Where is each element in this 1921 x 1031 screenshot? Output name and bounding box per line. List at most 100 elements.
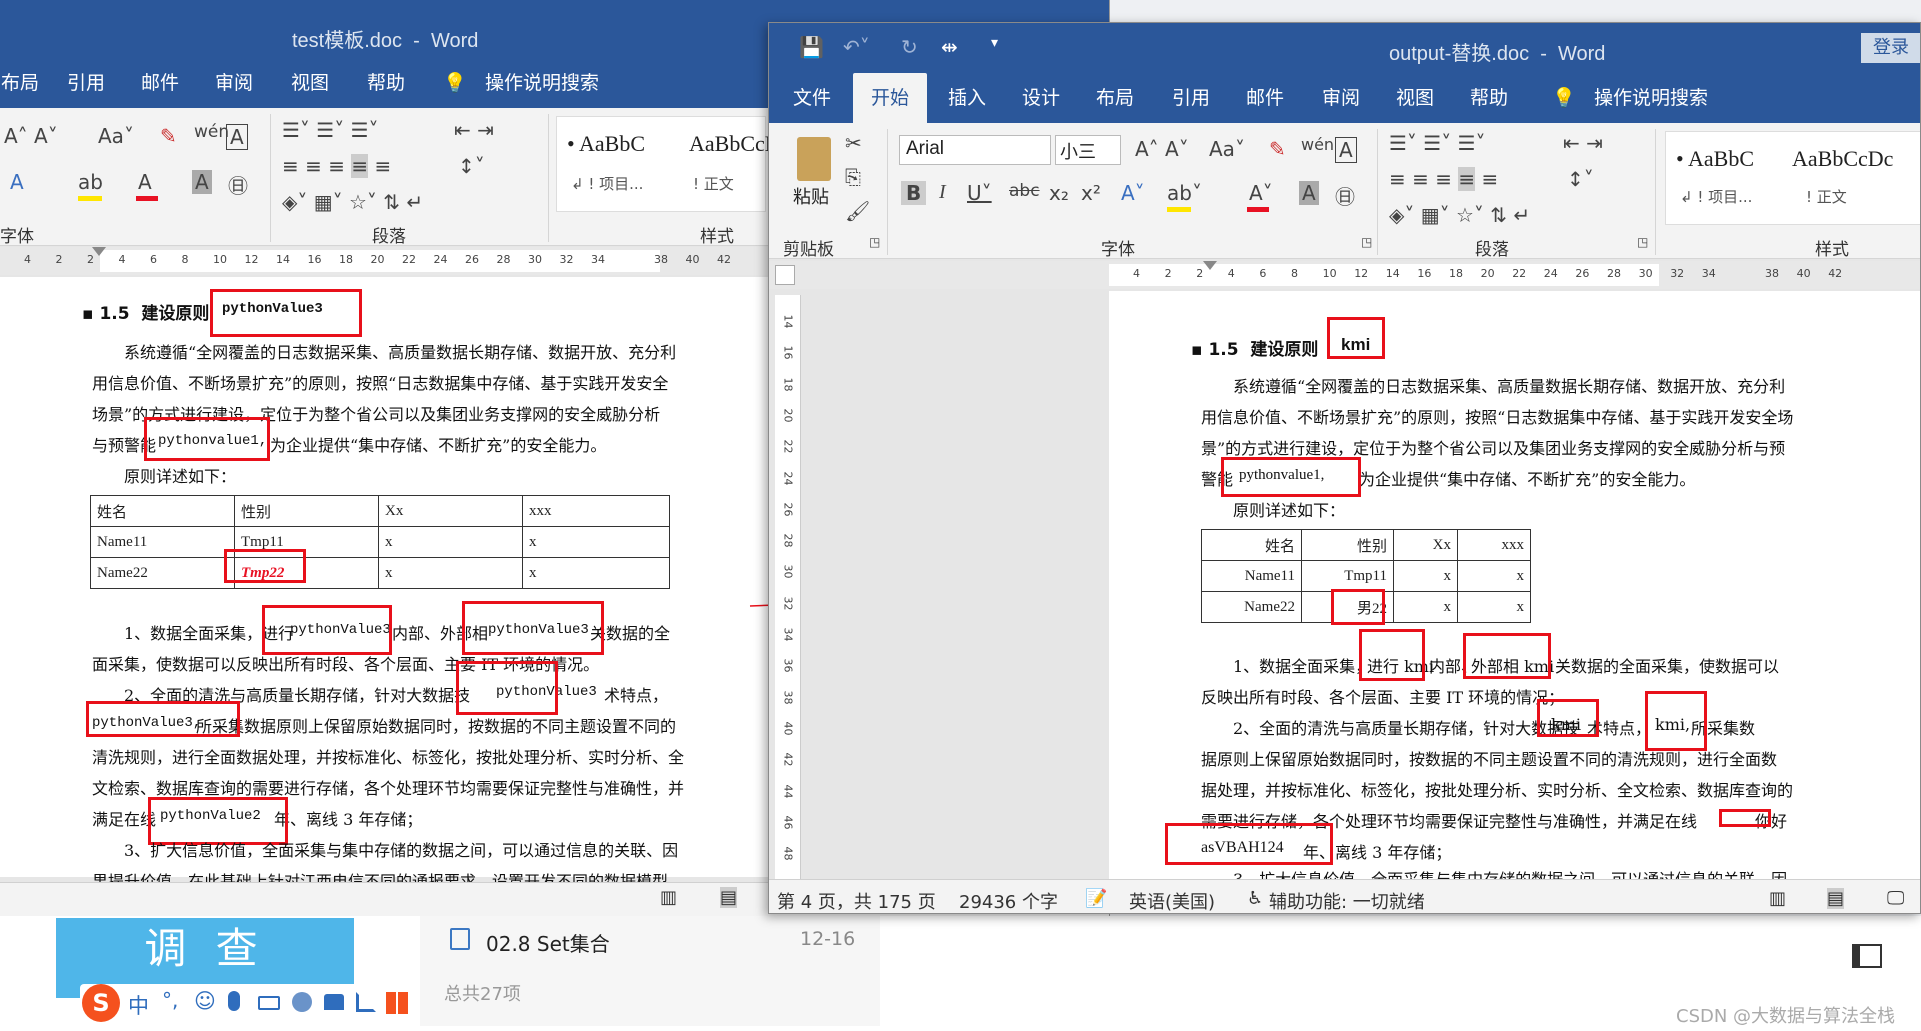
align-icons[interactable]: ≡ ≡ ≡ ≡ ≡	[282, 154, 391, 178]
tab-mailings[interactable]: 邮件	[136, 58, 184, 108]
tab-selector[interactable]	[775, 265, 795, 285]
bold-button[interactable]: B	[901, 181, 927, 205]
superscript-button[interactable]: x²	[1081, 181, 1101, 205]
vertical-ruler[interactable]: 14 16 18 20 22 24 26 28 30 32 34 36 38 40 42 44 46 48	[775, 295, 801, 885]
print-layout-icon[interactable]: ▤	[1827, 888, 1845, 909]
char-border-icon[interactable]: A	[1335, 137, 1357, 163]
enclose-char-icon[interactable]: ㊐	[1335, 181, 1355, 210]
accessibility-icon[interactable]: ♿	[1247, 888, 1263, 909]
char-shading-icon[interactable]: A	[1299, 181, 1319, 205]
shading-icon[interactable]: ◈˅ ▦˅ ☆˅ ⇅ ↵	[1389, 203, 1530, 227]
right-style-gallery[interactable]: • AaBbC ↲ ! 项目... AaBbCcDc ! 正文	[1665, 131, 1920, 225]
lightbulb-icon[interactable]: 💡	[1549, 73, 1579, 123]
ime-toolbar[interactable]: S 中 °, ☺	[80, 984, 420, 1024]
ime-keyboard-icon[interactable]	[258, 996, 280, 1010]
paste-label[interactable]: 粘贴	[793, 183, 829, 209]
tell-me-search[interactable]: 操作说明搜索	[1591, 73, 1711, 123]
format-painter-icon[interactable]: 🖌	[845, 199, 870, 223]
accessibility-status[interactable]: 辅助功能: 一切就绪	[1269, 888, 1425, 913]
tab-references[interactable]: 引用	[62, 58, 110, 108]
ime-user-icon[interactable]	[292, 992, 312, 1012]
first-indent-marker[interactable]	[1203, 261, 1217, 270]
align-icons[interactable]: ≡ ≡ ≡ ≡ ≡	[1389, 167, 1498, 191]
sogou-icon[interactable]: S	[82, 984, 120, 1022]
left-style-gallery[interactable]: • AaBbC ↲ ! 项目... AaBbCcDc ! 正文	[556, 116, 790, 212]
undo-icon[interactable]: ↶˅	[843, 35, 870, 59]
char-shading-icon[interactable]: A	[192, 170, 212, 194]
language-status[interactable]: 英语(美国)	[1129, 888, 1215, 913]
highlight-icon[interactable]: ab˅	[1167, 181, 1202, 205]
text-effect-icon[interactable]: A˅	[1121, 181, 1145, 205]
right-ruler[interactable]: 4 2 2 4 6 8 10 12 14 16 18 20 22 24 26 28 30 32 34 38 40 42	[769, 261, 1920, 289]
clear-format-icon[interactable]: ✎	[160, 124, 177, 148]
shading-icon[interactable]: ◈˅ ▦˅ ☆˅ ⇅ ↵	[282, 190, 423, 214]
tab-layout[interactable]: 布局	[0, 58, 40, 108]
tab-insert[interactable]: 插入	[941, 73, 993, 123]
style-item-2-preview[interactable]: AaBbCcDc	[1792, 146, 1893, 172]
read-mode-icon[interactable]: ▥	[660, 887, 677, 908]
style-item-1-preview[interactable]: • AaBbC	[1676, 146, 1754, 172]
tab-help[interactable]: 帮助	[1463, 73, 1515, 123]
tab-review[interactable]: 审阅	[1315, 73, 1367, 123]
save-icon[interactable]: 💾	[799, 35, 824, 59]
tab-review[interactable]: 审阅	[210, 58, 258, 108]
subscript-button[interactable]: x₂	[1049, 181, 1069, 205]
phonetic-icon[interactable]: wén	[194, 122, 229, 142]
file-item[interactable]: 02.8 Set集合 12-16	[450, 926, 860, 956]
customize-qat-icon[interactable]: ▾	[991, 35, 998, 51]
line-spacing-icon[interactable]: ↕˅	[1567, 167, 1594, 191]
web-layout-icon[interactable]: 🖵	[1887, 888, 1904, 909]
side-panel-icon[interactable]	[1852, 944, 1882, 968]
right-title-bar[interactable]: 💾 ↶˅ ↻ ⇹ ▾ output-替换.doc - Word 登录	[769, 23, 1920, 73]
style-item-1-preview[interactable]: • AaBbC	[567, 131, 645, 157]
text-effect-icon[interactable]: A	[10, 170, 24, 194]
tab-layout[interactable]: 布局	[1089, 73, 1141, 123]
ime-chinese-mode[interactable]: 中	[128, 990, 149, 1020]
tab-home[interactable]: 开始	[853, 73, 927, 123]
indent-icon[interactable]: ⇤ ⇥	[1563, 131, 1603, 155]
bullets-icon[interactable]: ☰˅ ☰˅ ☰˅	[282, 118, 379, 142]
clear-format-icon[interactable]: ✎	[1269, 137, 1286, 161]
login-button[interactable]: 登录	[1861, 33, 1920, 63]
highlight-icon[interactable]: ab	[78, 170, 103, 194]
grow-font-icon[interactable]: A˄ A˅	[4, 124, 58, 148]
italic-button[interactable]: I	[939, 181, 946, 204]
font-name-select[interactable]: Arial	[899, 135, 1051, 165]
redo-icon[interactable]: ↻	[901, 35, 918, 59]
font-color-icon[interactable]: A	[138, 170, 152, 194]
tab-view[interactable]: 视图	[286, 58, 334, 108]
tell-me-search[interactable]: 操作说明搜索	[482, 58, 602, 108]
copy-icon[interactable]: ⎘	[845, 165, 861, 189]
tab-help[interactable]: 帮助	[362, 58, 410, 108]
font-launcher-icon[interactable]: ◳	[1361, 235, 1372, 249]
font-color-icon[interactable]: A˅	[1249, 181, 1273, 205]
strikethrough-button[interactable]: abc	[1009, 181, 1040, 201]
quick-access-icon[interactable]: ⇹	[941, 35, 958, 59]
ime-emoji-icon[interactable]: ☺	[194, 989, 216, 1013]
ime-menu-icon[interactable]	[386, 992, 408, 1014]
tab-view[interactable]: 视图	[1389, 73, 1441, 123]
char-border-icon[interactable]: A	[226, 124, 248, 150]
grow-font-icon[interactable]: A˄ A˅	[1135, 137, 1189, 161]
change-case-icon[interactable]: Aa˅	[98, 124, 134, 148]
right-document-page[interactable]: ▪ 1.5 建设原则 kmi 系统遵循“全网覆盖的日志数据采集、高质量数据长期存…	[1109, 291, 1920, 888]
underline-button[interactable]: U˅	[967, 181, 992, 205]
tab-file[interactable]: 文件	[787, 73, 837, 123]
lightbulb-icon[interactable]: 💡	[440, 58, 470, 108]
ime-voice-icon[interactable]	[228, 991, 240, 1011]
read-mode-icon[interactable]: ▥	[1769, 888, 1786, 909]
paragraph-launcher-icon[interactable]: ◳	[1637, 235, 1648, 249]
word-count[interactable]: 29436 个字	[959, 888, 1058, 913]
enclose-char-icon[interactable]: ㊐	[228, 170, 248, 199]
ime-skin-icon[interactable]	[324, 994, 344, 1010]
font-size-select[interactable]: 小三	[1055, 135, 1121, 165]
tab-design[interactable]: 设计	[1015, 73, 1067, 123]
print-layout-icon[interactable]: ▤	[720, 887, 738, 908]
ime-crop-icon[interactable]	[356, 992, 376, 1012]
line-spacing-icon[interactable]: ↕˅	[458, 154, 485, 178]
phonetic-icon[interactable]: wén	[1301, 135, 1334, 154]
page-count[interactable]: 第 4 页，共 175 页	[777, 888, 936, 913]
cut-icon[interactable]: ✂	[845, 131, 862, 155]
proofing-icon[interactable]: 📝	[1085, 888, 1107, 909]
tab-references[interactable]: 引用	[1165, 73, 1217, 123]
